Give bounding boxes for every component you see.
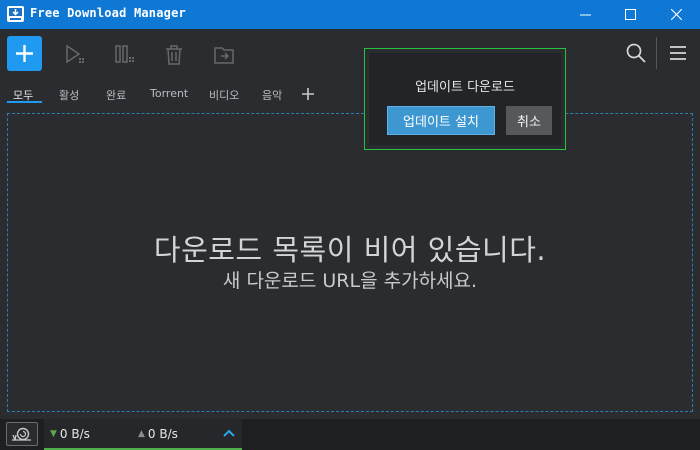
minimize-button[interactable] — [562, 0, 608, 29]
toolbar — [0, 29, 700, 79]
upload-arrow-icon: ▲ — [138, 429, 145, 439]
plus-icon — [302, 88, 314, 100]
update-popup-title: 업데이트 다운로드 — [415, 80, 515, 95]
empty-list-hint: 새 다운로드 URL을 추가하세요. — [222, 270, 478, 292]
window-title: Free Download Manager — [30, 6, 186, 20]
filter-tabs: 모두 활성 완료 Torrent 비디오 음악 — [0, 83, 700, 107]
toolbar-divider — [656, 37, 657, 69]
plus-icon — [16, 45, 33, 62]
install-update-button[interactable]: 업데이트 설치 — [387, 106, 495, 135]
minimize-icon — [579, 14, 591, 16]
tab-video[interactable]: 비디오 — [209, 87, 239, 103]
speed-panel[interactable]: ▼ 0 B/s ▲ 0 B/s — [44, 419, 242, 450]
add-download-button[interactable] — [7, 36, 42, 71]
active-tab-indicator — [7, 101, 42, 103]
app-logo-icon — [7, 6, 24, 22]
move-files-button[interactable] — [212, 43, 236, 67]
maximize-button[interactable] — [607, 0, 653, 29]
main-menu-button[interactable] — [666, 41, 690, 65]
maximize-icon — [624, 9, 636, 20]
download-arrow-icon: ▼ — [50, 429, 57, 439]
trash-icon — [166, 45, 182, 65]
update-popup-body: 업데이트 다운로드 업데이트 설치 취소 — [369, 53, 561, 145]
tab-active[interactable]: 활성 — [59, 87, 79, 103]
chevron-up-icon[interactable] — [222, 427, 236, 439]
resume-button[interactable] — [63, 43, 87, 67]
upload-speed: ▲ 0 B/s — [138, 427, 178, 441]
close-icon — [670, 9, 682, 20]
upload-speed-value: 0 B/s — [147, 427, 178, 441]
title-bar: Free Download Manager — [0, 0, 700, 29]
snail-icon — [12, 427, 31, 441]
search-button[interactable] — [624, 41, 648, 65]
tab-torrent[interactable]: Torrent — [150, 87, 188, 100]
speed-mode-button[interactable] — [6, 422, 38, 446]
pause-icon — [115, 45, 134, 63]
tab-completed[interactable]: 완료 — [106, 87, 126, 103]
status-bar: ▼ 0 B/s ▲ 0 B/s — [0, 419, 700, 450]
download-speed: ▼ 0 B/s — [50, 427, 90, 441]
update-popup: 업데이트 다운로드 업데이트 설치 취소 — [364, 48, 566, 150]
play-icon — [66, 44, 84, 64]
add-tab-button[interactable] — [300, 86, 316, 102]
download-speed-value: 0 B/s — [59, 427, 90, 441]
search-icon — [626, 43, 646, 63]
cancel-button[interactable]: 취소 — [506, 106, 552, 135]
delete-button[interactable] — [162, 43, 186, 67]
move-icon — [214, 47, 234, 64]
pause-button[interactable] — [113, 43, 137, 67]
hamburger-icon — [670, 46, 686, 60]
empty-list-message: 다운로드 목록이 비어 있습니다. — [153, 233, 547, 267]
close-button[interactable] — [653, 0, 699, 29]
tab-music[interactable]: 음악 — [262, 87, 282, 103]
